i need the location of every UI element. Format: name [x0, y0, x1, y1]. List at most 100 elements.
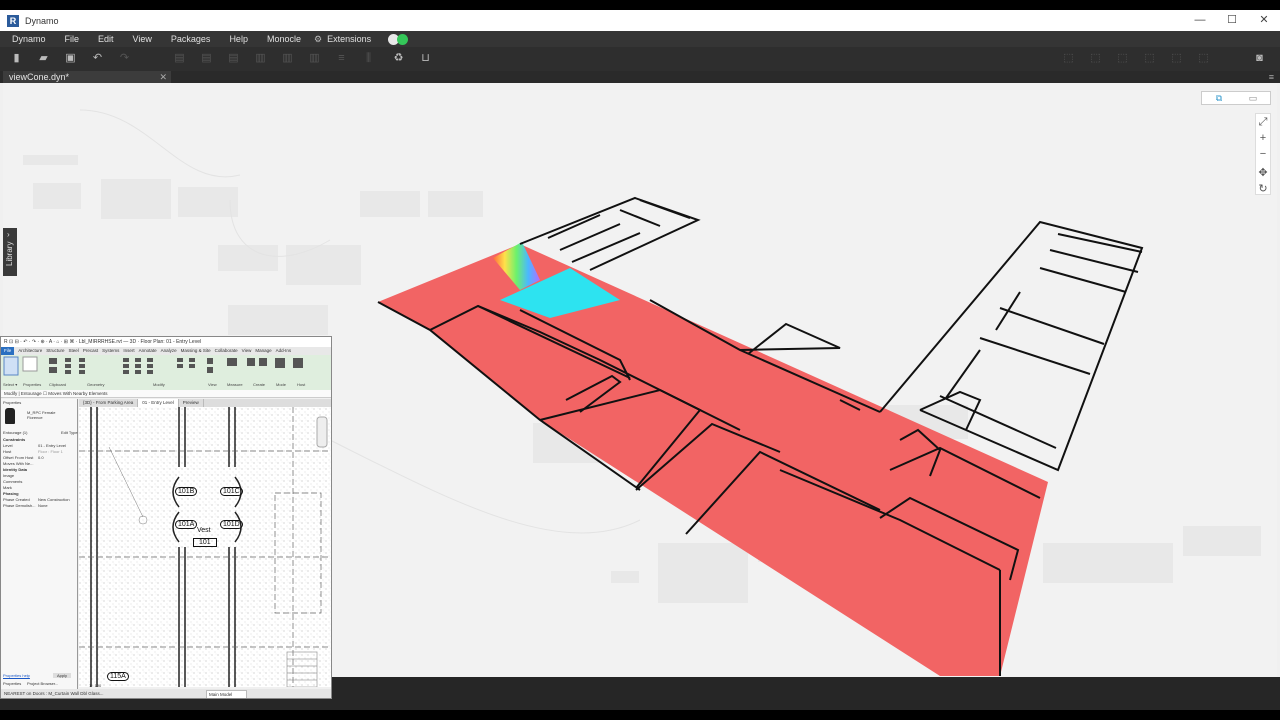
- view-tab-preview[interactable]: Preview: [179, 399, 204, 407]
- distribute-icon[interactable]: ≡: [335, 52, 348, 65]
- prop-row-label: Constraints: [3, 437, 26, 442]
- prop-row-value: Floor : Floor 1: [38, 449, 63, 454]
- zoom-fit-icon[interactable]: ⤢: [1256, 114, 1270, 130]
- align-right-icon[interactable]: ▤: [227, 52, 240, 65]
- menu-file[interactable]: File: [65, 34, 80, 44]
- prop-row-value[interactable]: None: [38, 503, 48, 508]
- menu-extensions[interactable]: Extensions: [327, 34, 371, 44]
- prop-row-value[interactable]: 01 - Entry Level: [38, 443, 66, 448]
- model-selector[interactable]: Main Model: [206, 690, 248, 698]
- revit-tab-view[interactable]: View: [242, 347, 252, 355]
- menu-view[interactable]: View: [133, 34, 152, 44]
- room-name[interactable]: Vest: [197, 527, 211, 534]
- revit-tab-systems[interactable]: Systems: [102, 347, 119, 355]
- ribbon-group-create: Create: [253, 382, 266, 387]
- ribbon-group-mode: Mode: [276, 382, 287, 387]
- undo-icon[interactable]: ↶: [91, 52, 104, 65]
- align-bottom-icon[interactable]: ▥: [308, 52, 321, 65]
- layout-4-icon[interactable]: ⬚: [1143, 52, 1156, 65]
- redo-icon[interactable]: ↷: [118, 52, 131, 65]
- revit-view-tabs: {3D} - From Parking Area 01 - Entry Leve…: [79, 399, 331, 407]
- revit-ribbon-tools[interactable]: [1, 355, 331, 381]
- revit-tab-annotate[interactable]: Annotate: [139, 347, 157, 355]
- revit-tab-analyze[interactable]: Analyze: [161, 347, 177, 355]
- navigation-bar[interactable]: [316, 416, 328, 448]
- background-preview-toggle-icon[interactable]: ⧉: [1202, 92, 1236, 104]
- run-status-indicator[interactable]: [388, 33, 409, 45]
- layout-2-icon[interactable]: ⬚: [1089, 52, 1102, 65]
- properties-help-link[interactable]: Properties help: [3, 673, 30, 678]
- tab-overflow-icon[interactable]: ≡: [1269, 71, 1274, 83]
- apply-button[interactable]: Apply: [53, 673, 72, 678]
- door-tag[interactable]: 101C: [220, 487, 243, 496]
- layout-5-icon[interactable]: ⬚: [1170, 52, 1183, 65]
- orbit-icon[interactable]: ↻: [1256, 181, 1270, 197]
- library-tab[interactable]: › Library: [3, 228, 17, 276]
- prop-row-value[interactable]: New Construction: [38, 497, 70, 502]
- revit-tab-precast[interactable]: Precast: [83, 347, 98, 355]
- pan-icon[interactable]: ✥: [1256, 165, 1270, 181]
- maximize-button[interactable]: ☐: [1216, 10, 1248, 31]
- package-cart-icon[interactable]: ⊔: [419, 52, 432, 65]
- revit-tab-structure[interactable]: Structure: [46, 347, 64, 355]
- align-top-icon[interactable]: ▥: [254, 52, 267, 65]
- door-tag[interactable]: 115A: [107, 672, 129, 681]
- camera-icon[interactable]: ◙: [1253, 52, 1266, 65]
- tab-properties[interactable]: Properties: [3, 681, 21, 686]
- align-center-icon[interactable]: ▤: [200, 52, 213, 65]
- layout-3-icon[interactable]: ⬚: [1116, 52, 1129, 65]
- dynamo-app: R Dynamo — ☐ ✕ Dynamo File Edit View Pac…: [0, 0, 1280, 720]
- ribbon-group-clipboard: Clipboard: [49, 382, 67, 387]
- revit-tab-insert[interactable]: Insert: [123, 347, 134, 355]
- workspace-tabbar: viewCone.dyn* ✕ ≡: [0, 71, 1280, 83]
- view-tab-3d[interactable]: {3D} - From Parking Area: [79, 399, 139, 407]
- close-tab-icon[interactable]: ✕: [159, 71, 167, 83]
- menu-packages[interactable]: Packages: [171, 34, 211, 44]
- menu-edit[interactable]: Edit: [98, 34, 114, 44]
- revit-tab-addins[interactable]: Add-Ins: [276, 347, 292, 355]
- edit-type-button[interactable]: Edit Type: [61, 430, 78, 435]
- properties-type-selector[interactable]: Entourage (1): [3, 430, 27, 435]
- prop-row-value[interactable]: 0.0: [38, 455, 44, 460]
- zoom-out-icon[interactable]: −: [1256, 146, 1270, 162]
- door-tag[interactable]: 101D: [220, 520, 243, 529]
- view-scale[interactable]: 1 : 100: [89, 681, 101, 691]
- room-number[interactable]: 101: [193, 538, 217, 547]
- view-tab-entry-level[interactable]: 01 - Entry Level: [138, 399, 179, 407]
- door-tag[interactable]: 101A: [175, 520, 198, 529]
- view-toggle: ⧉ ▭: [1201, 91, 1271, 105]
- revit-tab-collaborate[interactable]: Collaborate: [215, 347, 238, 355]
- workspace-tab[interactable]: viewCone.dyn* ✕: [3, 71, 171, 83]
- align-left-icon[interactable]: ▤: [173, 52, 186, 65]
- zoom-controls: ⤢ + − ✥ ↻: [1255, 113, 1271, 195]
- prop-row-label: Phase Created: [3, 497, 30, 502]
- distribute-h-icon[interactable]: ⫼: [362, 52, 375, 65]
- close-button[interactable]: ✕: [1248, 10, 1280, 31]
- save-icon[interactable]: ▣: [64, 52, 77, 65]
- revit-tab-manage[interactable]: Manage: [255, 347, 271, 355]
- layout-1-icon[interactable]: ⬚: [1062, 52, 1075, 65]
- revit-tab-massing[interactable]: Massing & Site: [181, 347, 211, 355]
- zoom-in-icon[interactable]: +: [1256, 130, 1270, 146]
- revit-ribbon-tabs: File Architecture Structure Steel Precas…: [1, 347, 331, 355]
- library-label: Library: [5, 241, 14, 266]
- minimize-button[interactable]: —: [1184, 10, 1216, 31]
- new-file-icon[interactable]: ▮: [10, 52, 23, 65]
- open-file-icon[interactable]: ▰: [37, 52, 50, 65]
- layout-6-icon[interactable]: ⬚: [1197, 52, 1210, 65]
- revit-floor-plan-view[interactable]: 101B 101C 101A 101D Vest 101 115A: [79, 407, 331, 688]
- tab-project-browser[interactable]: Project Browser...: [27, 681, 58, 686]
- ribbon-group-select[interactable]: Select ▾: [3, 382, 17, 387]
- graph-view-toggle-icon[interactable]: ▭: [1236, 92, 1270, 104]
- revit-window: R ⊡ ⊟ · ↶ · ↷ · ⊕ · A · ⌂ · ⊞ ⌘ · Lbl_MI…: [0, 336, 332, 699]
- align-middle-icon[interactable]: ▥: [281, 52, 294, 65]
- revit-tab-architecture[interactable]: Architecture: [18, 347, 42, 355]
- menu-help[interactable]: Help: [229, 34, 248, 44]
- recycle-icon[interactable]: ♻: [392, 52, 405, 65]
- revit-tab-steel[interactable]: Steel: [69, 347, 79, 355]
- menu-dynamo[interactable]: Dynamo: [12, 34, 46, 44]
- door-tag[interactable]: 101B: [175, 487, 198, 496]
- prop-row-label: Mark: [3, 485, 12, 490]
- revit-tab-file[interactable]: File: [1, 347, 15, 355]
- menu-monocle[interactable]: Monocle: [267, 34, 301, 44]
